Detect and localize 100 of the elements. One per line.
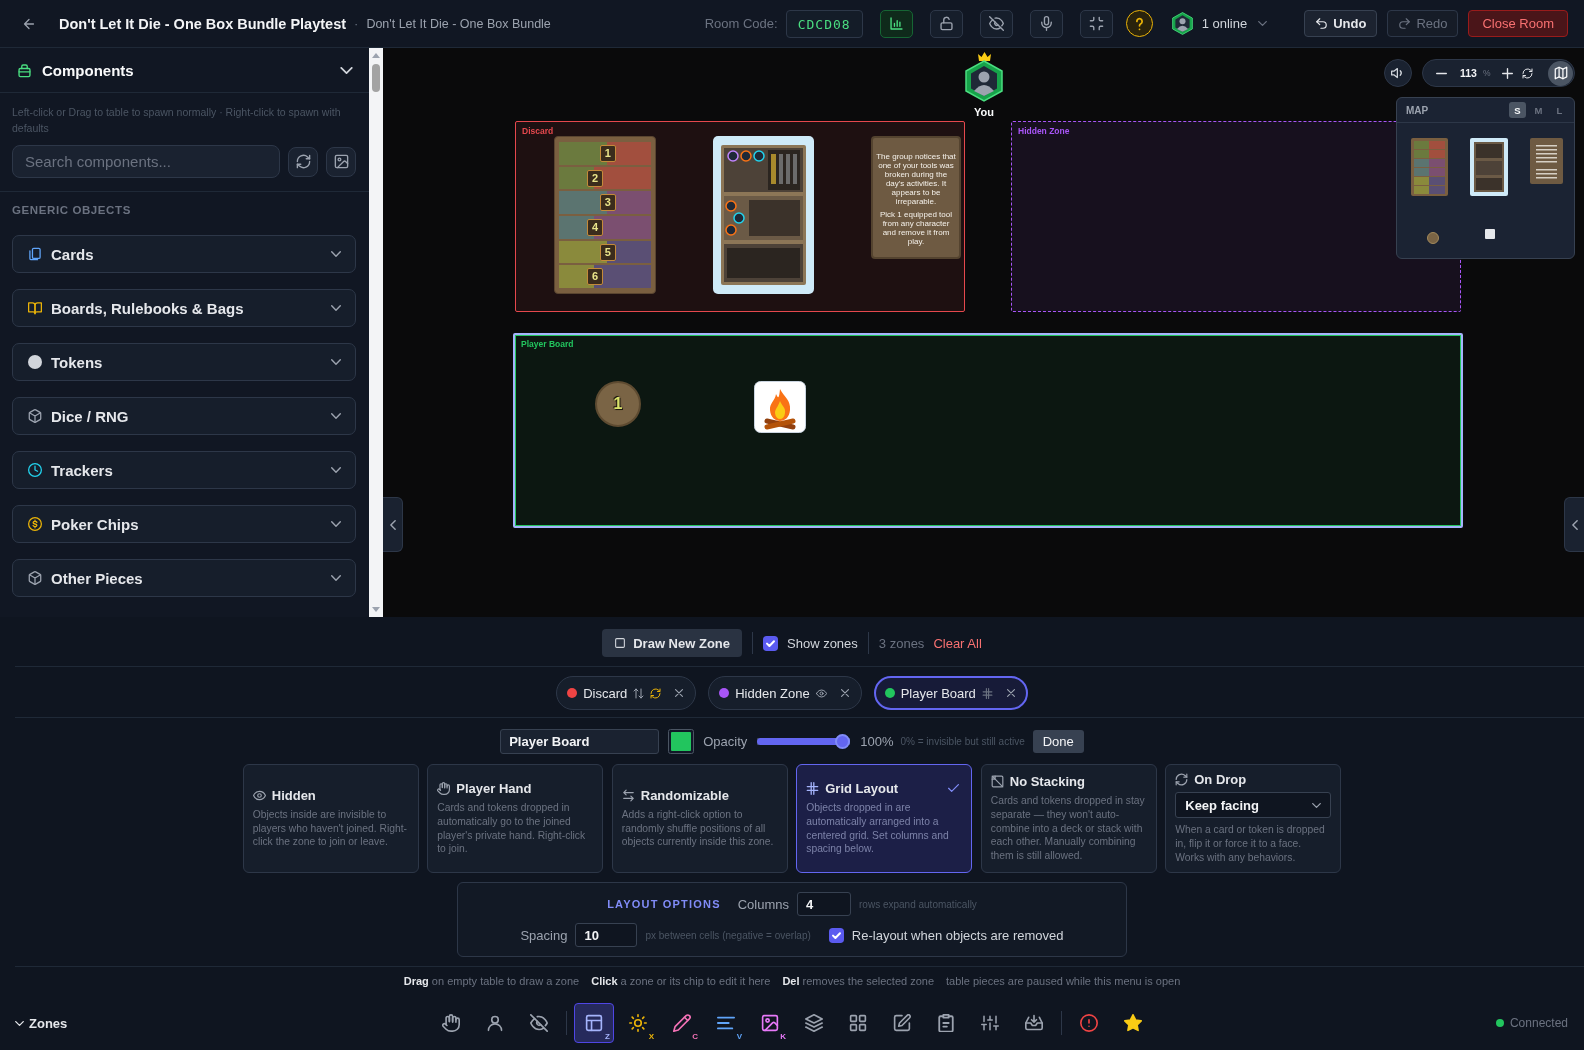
plus-icon [1502,67,1513,79]
lock-button[interactable] [929,9,963,38]
effects-tool-button[interactable]: X [618,1003,658,1043]
card-thumbnail-icon[interactable] [1411,138,1448,196]
event-card[interactable]: The group notices that one of your tools was broken during the day's activities. It appears to be irreparable. Pick 1 equipped tool from any character and remove it from play. [871,136,961,259]
star-icon [1124,1014,1142,1032]
behavior-card[interactable]: Randomizable Adds a right-click option to randomly shuffle positions of all objects currently inside this zone. [611,764,788,873]
category-item[interactable]: Boards, Rulebooks & Bags [12,289,356,327]
behavior-title: Randomizable [640,787,729,803]
up-down-arrows-icon [633,687,645,699]
scrollbar[interactable] [369,48,383,617]
tile-thumbnail-icon[interactable] [1485,229,1495,239]
draw-zone-button[interactable]: Draw New Zone [602,629,742,657]
card-thumbnail-icon[interactable] [1470,138,1508,196]
behavior-card[interactable]: On Drop Keep facing When a card or token is dropped in, flip it or force it to a face. Works with any behaviors. [1165,764,1342,873]
zone[interactable]: Player Board 1 [513,333,1463,528]
checkbox[interactable] [763,635,778,651]
zone[interactable]: Hidden Zone [1011,121,1461,312]
close-icon[interactable] [840,689,849,697]
inbox-icon [1025,1014,1043,1032]
category-item[interactable]: Cards [12,235,356,273]
spacing-field[interactable]: 10 [575,923,638,947]
checkbox[interactable] [828,927,844,943]
panel-title: Components [42,61,135,79]
behavior-card[interactable]: Player Hand Cards and tokens dropped in automatically go to the joined player's private hand. Right-click to join. [427,764,604,873]
category-item[interactable]: Tokens [12,343,356,381]
undo-button[interactable]: Undo [1304,10,1378,37]
behavior-card[interactable]: Grid Layout Objects dropped in are automatically arranged into a centered grid. Set columns and spacing below. [796,764,973,873]
zone-count: 3 zones [878,635,925,651]
zones-tool-button[interactable]: Z [574,1003,614,1043]
cards-icon [28,247,42,261]
fullscreen-icon [1088,16,1104,31]
token-thumbnail-icon[interactable] [1427,232,1439,244]
track-card[interactable]: 1 2 3 4 5 6 [554,136,656,294]
campfire-icon[interactable] [754,381,806,433]
clear-all-link[interactable]: Clear All [933,635,982,651]
sun-icon [629,1014,647,1032]
chevron-down-icon [331,251,341,257]
category-item[interactable]: Dice / RNG [12,397,356,435]
close-icon[interactable] [675,689,684,697]
behavior-card[interactable]: Hidden Objects inside are invisible to players who haven't joined. Right-click the zone to join or leave. [242,764,419,873]
image-tool-button[interactable]: K [750,1003,790,1043]
color-swatch-icon[interactable] [668,729,695,754]
back-arrow-icon[interactable] [21,16,37,31]
zones-panel-toggle[interactable]: Zones [15,1015,68,1031]
crossed-square-icon [990,775,1004,788]
close-room-button[interactable]: Close Room [1468,10,1568,37]
close-icon[interactable] [1006,689,1015,697]
zone-chip[interactable]: Player Board [873,676,1028,710]
chip-label: Discard [583,685,628,701]
drop-select[interactable]: Keep facing [1175,792,1332,819]
zone-label: Hidden Zone [1018,126,1070,136]
grid-icon [849,1014,867,1032]
map-button[interactable] [1548,60,1573,86]
eye-off-icon [988,16,1004,31]
room-code[interactable]: CDCD08 [785,9,863,38]
token[interactable]: 1 [595,381,641,427]
behavior-description: Objects dropped in are automatically arranged into a centered grid. Set columns and spacing below. [806,800,950,857]
mic-button[interactable] [1029,9,1063,38]
text-tool-button[interactable]: V [706,1003,746,1043]
behavior-title: Player Hand [456,780,532,796]
search-field[interactable]: Search components... [12,145,280,178]
zone-label: Discard [522,126,554,136]
card-thumbnail-icon[interactable] [1530,138,1563,184]
zone-name-field[interactable]: Player Board [500,729,660,754]
shortcut-hint: Del removes the selected zone [782,974,935,988]
category-item[interactable]: Poker Chips [12,505,356,543]
microphone-icon [1038,16,1054,31]
edit-icon [893,1014,911,1032]
stats-button[interactable] [879,9,913,38]
size-toggle[interactable]: S [1509,102,1526,118]
category-item[interactable]: Other Pieces [12,559,356,597]
image-button[interactable] [326,146,356,177]
hide-button[interactable] [979,9,1013,38]
checkbox-label: Re-layout when objects are removed [851,927,1064,943]
online-count[interactable]: 1 online [1201,16,1248,31]
refresh-button[interactable] [288,146,318,177]
clipboard-icon [937,1014,955,1032]
behavior-card[interactable]: No Stacking Cards and tokens dropped in stay separate — they won't auto-combine into a deck or stack with each other. Manually combining them is still allowed. [980,764,1157,873]
done-button[interactable]: Done [1032,730,1084,753]
shortcut-key: V [736,1032,742,1041]
columns-field[interactable]: 4 [797,892,851,916]
shortcut-hint: Click a zone or its chip to edit it here [591,974,771,988]
help-button[interactable] [1125,10,1153,37]
sound-button[interactable] [1384,59,1412,87]
fullscreen-button[interactable] [1079,9,1113,38]
left-right-arrows-icon [621,788,635,802]
square-icon [614,637,627,649]
card-drawing[interactable] [713,136,814,294]
refresh-icon [1175,773,1189,787]
chevron-down-icon [331,575,341,581]
cube-icon [28,571,42,585]
slider-thumb[interactable] [835,734,851,749]
zone[interactable]: Discard 1 2 3 4 5 6 The group notices that one of your tools was broken during the day's activities. It appears to be irreparable. Pick 1 equipped tool from any character and remove it from play. [515,121,965,312]
connection-status: Connected [1509,1016,1568,1030]
zone-chip[interactable]: Discard [556,676,697,710]
image-icon [761,1014,779,1032]
category-item[interactable]: Trackers [12,451,356,489]
draw-tool-button[interactable]: C [662,1003,702,1043]
zone-chip[interactable]: Hidden Zone [708,676,862,710]
